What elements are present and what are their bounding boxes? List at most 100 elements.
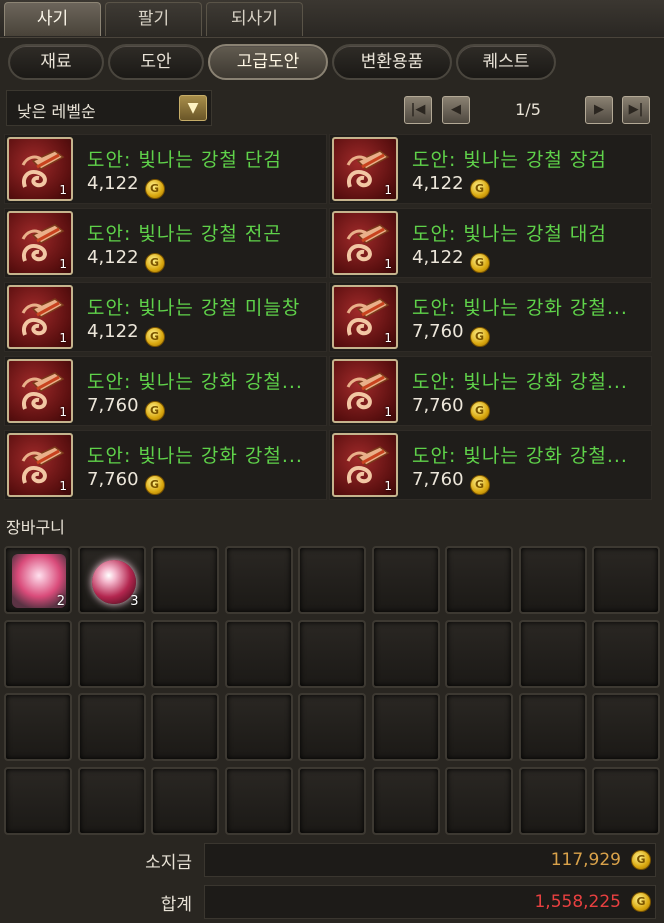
cart-slot[interactable] xyxy=(4,693,72,761)
gold-coin-icon: G xyxy=(144,253,165,273)
shop-item[interactable]: 1 도안: 빛나는 강철 단검 4,122 G xyxy=(4,134,327,204)
pink-orb-icon xyxy=(91,560,136,604)
shop-item[interactable]: 1 도안: 빛나는 강철 전곤 4,122 G xyxy=(4,208,327,278)
first-page-button[interactable]: |◀ xyxy=(404,96,432,124)
gold-coin-icon: G xyxy=(469,179,490,199)
item-price: 4,122 G xyxy=(87,173,165,199)
item-name: 도안: 빛나는 강철 미늘창 xyxy=(87,297,301,319)
shop-item[interactable]: 1 도안: 빛나는 강화 강철... 7,760 G xyxy=(4,356,327,426)
cart-slot[interactable] xyxy=(371,693,440,761)
cart-slot[interactable] xyxy=(151,766,219,835)
cart-slot[interactable]: 2 xyxy=(4,546,72,614)
item-quantity: 1 xyxy=(59,257,67,271)
item-name: 도안: 빛나는 강철 대검 xyxy=(412,223,607,245)
shop-item[interactable]: 1 도안: 빛나는 강화 강철... 7,760 G xyxy=(329,356,652,426)
next-page-button[interactable]: ▶ xyxy=(585,96,613,124)
cart-slot[interactable] xyxy=(151,546,219,614)
cart-slot[interactable] xyxy=(371,546,440,614)
cart-slot[interactable] xyxy=(224,619,293,688)
item-price: 7,760 G xyxy=(412,469,490,495)
item-name: 도안: 빛나는 강철 장검 xyxy=(412,149,607,171)
cart-slot[interactable] xyxy=(298,546,366,614)
shop-item[interactable]: 1 도안: 빛나는 강화 강철... 7,760 G xyxy=(329,430,652,500)
cart-slot[interactable] xyxy=(592,619,660,688)
item-name: 도안: 빛나는 강화 강철... xyxy=(412,445,628,467)
cart-slot[interactable] xyxy=(224,766,293,835)
cart-slot[interactable] xyxy=(77,693,146,761)
item-quantity: 1 xyxy=(59,183,67,197)
cart-slot[interactable] xyxy=(224,693,293,761)
cart-slot[interactable] xyxy=(77,766,146,835)
shop-item[interactable]: 1 도안: 빛나는 강철 미늘창 4,122 G xyxy=(4,282,327,352)
cart-slot[interactable] xyxy=(592,693,660,761)
last-page-button[interactable]: ▶| xyxy=(622,96,650,124)
cart-slot[interactable] xyxy=(518,693,587,761)
item-price-value: 4,122 xyxy=(412,173,464,194)
gold-coin-icon: G xyxy=(144,475,165,495)
subtab-quest[interactable]: 퀘스트 xyxy=(456,44,556,80)
recipe-scroll-icon: 1 xyxy=(332,433,398,497)
recipe-scroll-icon: 1 xyxy=(7,285,73,349)
item-price: 7,760 G xyxy=(87,395,165,421)
cart-slot[interactable] xyxy=(518,766,587,835)
shop-item[interactable]: 1 도안: 빛나는 강철 대검 4,122 G xyxy=(329,208,652,278)
cart-slot[interactable] xyxy=(518,619,587,688)
cart-slot[interactable] xyxy=(151,693,219,761)
cart-slot[interactable] xyxy=(224,546,293,614)
item-name: 도안: 빛나는 강화 강철... xyxy=(412,297,628,319)
cart-slot[interactable] xyxy=(371,619,440,688)
gold-coin-icon: G xyxy=(469,327,490,347)
subtab-recipes[interactable]: 도안 xyxy=(108,44,204,80)
item-quantity: 1 xyxy=(384,479,392,493)
cart-slot[interactable] xyxy=(445,693,513,761)
cart-slot[interactable] xyxy=(298,693,366,761)
prev-page-button[interactable]: ◀ xyxy=(442,96,470,124)
recipe-scroll-icon: 1 xyxy=(7,359,73,423)
tab-buyback[interactable]: 되사기 xyxy=(206,2,303,36)
item-price-value: 4,122 xyxy=(412,247,464,268)
cart-slot[interactable] xyxy=(4,766,72,835)
cart-slot[interactable] xyxy=(445,619,513,688)
subtab-advanced-recipes[interactable]: 고급도안 xyxy=(208,44,328,80)
tab-buy[interactable]: 사기 xyxy=(4,2,101,36)
item-quantity: 1 xyxy=(384,405,392,419)
shop-item[interactable]: 1 도안: 빛나는 강화 강철... 7,760 G xyxy=(4,430,327,500)
cart-title: 장바구니 xyxy=(6,518,65,537)
item-price-value: 7,760 xyxy=(87,395,139,416)
recipe-scroll-icon: 1 xyxy=(332,359,398,423)
item-name: 도안: 빛나는 강화 강철... xyxy=(87,445,303,467)
subtab-materials[interactable]: 재료 xyxy=(8,44,104,80)
owned-money-value: 117,929 xyxy=(550,850,621,870)
item-name: 도안: 빛나는 강철 전곤 xyxy=(87,223,282,245)
cart-slot[interactable]: 3 xyxy=(77,546,146,614)
total-label: 합계 xyxy=(160,895,192,915)
shop-item[interactable]: 1 도안: 빛나는 강철 장검 4,122 G xyxy=(329,134,652,204)
cart-slot[interactable] xyxy=(298,766,366,835)
slot-quantity: 2 xyxy=(56,594,65,609)
item-price: 7,760 G xyxy=(87,469,165,495)
owned-money-field: 117,929 G xyxy=(204,843,656,877)
sort-dropdown[interactable]: 낮은 레벨순 ▼ xyxy=(6,90,212,126)
owned-money-label: 소지금 xyxy=(145,853,192,873)
item-quantity: 1 xyxy=(384,331,392,345)
shop-item[interactable]: 1 도안: 빛나는 강화 강철... 7,760 G xyxy=(329,282,652,352)
cart-slot[interactable] xyxy=(371,766,440,835)
cart-slot[interactable] xyxy=(518,546,587,614)
item-quantity: 1 xyxy=(384,257,392,271)
recipe-scroll-icon: 1 xyxy=(7,137,73,201)
subtab-conversion-items[interactable]: 변환용품 xyxy=(332,44,452,80)
gold-coin-icon: G xyxy=(631,892,651,912)
cart-slot[interactable] xyxy=(592,766,660,835)
cart-slot[interactable] xyxy=(77,619,146,688)
cart-slot[interactable] xyxy=(4,619,72,688)
item-price: 7,760 G xyxy=(412,395,490,421)
cart-slot[interactable] xyxy=(151,619,219,688)
cart-slot[interactable] xyxy=(298,619,366,688)
cart-slot[interactable] xyxy=(592,546,660,614)
chevron-down-icon[interactable]: ▼ xyxy=(179,95,207,121)
recipe-scroll-icon: 1 xyxy=(7,211,73,275)
gold-coin-icon: G xyxy=(469,401,490,421)
tab-sell[interactable]: 팔기 xyxy=(105,2,202,36)
cart-slot[interactable] xyxy=(445,546,513,614)
cart-slot[interactable] xyxy=(445,766,513,835)
